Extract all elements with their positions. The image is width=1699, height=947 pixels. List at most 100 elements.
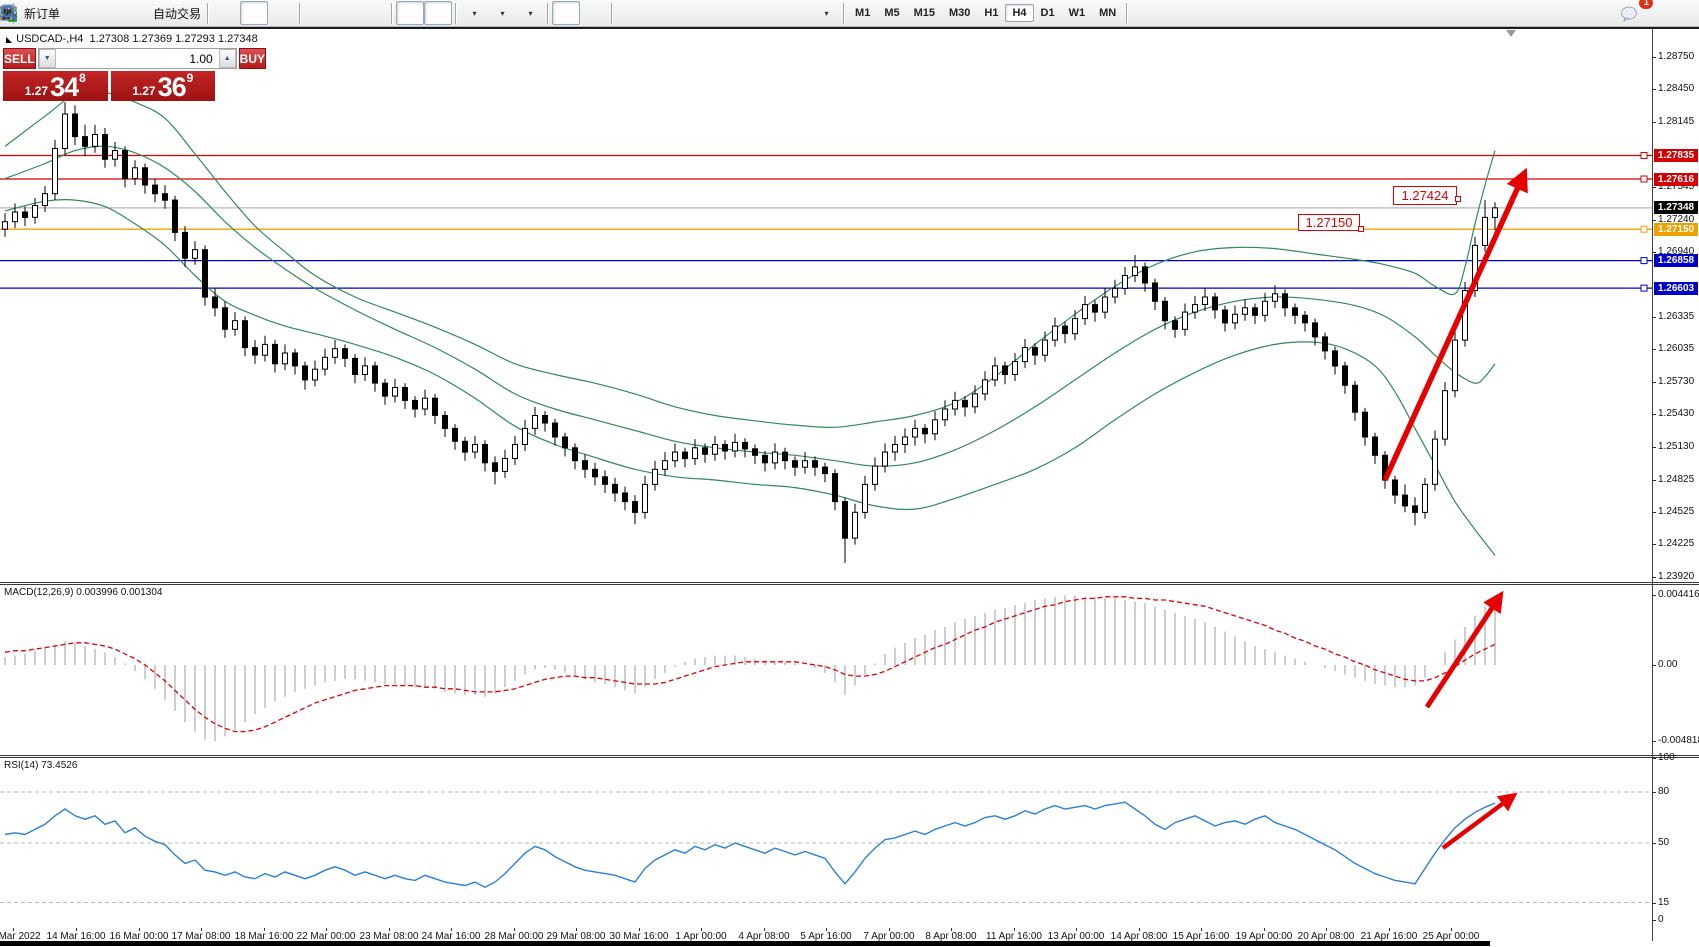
buy-price-tile[interactable]: 1.27 36 9 xyxy=(111,71,216,101)
timeframe-m5[interactable]: M5 xyxy=(877,4,906,22)
zoom-out-button[interactable] xyxy=(332,1,360,25)
horizontal-scrollbar[interactable] xyxy=(0,941,1490,946)
line-chart-mode-button[interactable] xyxy=(268,1,296,25)
fibonacci-tool-button[interactable]: F xyxy=(728,1,756,25)
text-label-tool-button[interactable]: T xyxy=(784,1,812,25)
arrows-tool-button[interactable]: ▾ xyxy=(812,1,840,25)
bollinger-middle-band xyxy=(5,146,1495,466)
symbol-timeframe-label: USDCAD-,H4 xyxy=(16,33,83,45)
trend-arrow-rsi[interactable] xyxy=(1443,796,1513,848)
market-watch-button[interactable] xyxy=(63,1,91,25)
price-chart-canvas[interactable] xyxy=(0,28,1652,582)
timeframe-d1[interactable]: D1 xyxy=(1034,4,1062,22)
trend-arrow-macd[interactable] xyxy=(1427,596,1500,707)
timeframe-w1[interactable]: W1 xyxy=(1062,4,1093,22)
buy-button[interactable]: BUY xyxy=(239,48,266,69)
auto-scroll-button[interactable] xyxy=(396,1,424,25)
macd-axis-label: -0.004818 xyxy=(1658,735,1699,746)
channel-tool-button[interactable]: E xyxy=(700,1,728,25)
notification-badge: 1 xyxy=(1638,0,1654,10)
volume-decrease-button[interactable]: ▼ xyxy=(39,49,56,68)
rsi-axis-label: 15 xyxy=(1658,897,1669,908)
toolbar-separator xyxy=(299,3,301,24)
price-tick-label: 1.24825 xyxy=(1658,474,1694,485)
dropdown-caret: ▾ xyxy=(473,9,477,18)
level-line-1.27616[interactable] xyxy=(0,176,1652,182)
one-click-trading-panel: SELL ▼ ▲ BUY 1.27 34 8 1.27 36 9 xyxy=(3,48,215,101)
rsi-pane-canvas[interactable] xyxy=(0,758,1652,928)
bollinger-upper-band xyxy=(5,92,1495,428)
price-axis-line xyxy=(1652,29,1653,941)
level-line-1.27150[interactable] xyxy=(0,226,1652,232)
toolbar-separator xyxy=(611,3,613,24)
periods-button[interactable]: ▾ xyxy=(488,1,516,25)
chart-shift-marker[interactable] xyxy=(1506,30,1516,37)
support-handle[interactable] xyxy=(1358,226,1364,232)
timeframe-group: M1M5M15M30H1H4D1W1MN xyxy=(848,4,1123,22)
level-badge: 1.26858 xyxy=(1654,254,1698,267)
cursor-tool-button[interactable] xyxy=(552,1,580,25)
axis-tick xyxy=(1652,349,1656,350)
notifications-button[interactable]: 1 xyxy=(1619,1,1647,25)
support-price-label[interactable]: 1.27150 xyxy=(1298,214,1360,231)
axis-tick xyxy=(1652,920,1656,921)
indicators-button[interactable]: ▾ xyxy=(460,1,488,25)
rsi-axis-label: 100 xyxy=(1658,752,1675,763)
templates-button[interactable]: ▾ xyxy=(516,1,544,25)
macd-axis-label: 0.00 xyxy=(1658,659,1677,670)
dropdown-caret: ▾ xyxy=(825,9,829,18)
vertical-line-tool-button[interactable] xyxy=(616,1,644,25)
macd-name: MACD(12,26,9) xyxy=(4,587,73,598)
timeframe-h1[interactable]: H1 xyxy=(977,4,1005,22)
price-tick-label: 1.25430 xyxy=(1658,408,1694,419)
bar-chart-mode-button[interactable] xyxy=(212,1,240,25)
axis-tick xyxy=(1652,382,1656,383)
crosshair-tool-button[interactable] xyxy=(580,1,608,25)
timeframe-mn[interactable]: MN xyxy=(1092,4,1123,22)
sell-price-tile[interactable]: 1.27 34 8 xyxy=(3,71,108,101)
recent-high-price-label[interactable]: 1.27424 xyxy=(1393,186,1457,205)
volume-input[interactable] xyxy=(56,49,219,68)
volume-increase-button[interactable]: ▲ xyxy=(219,49,236,68)
level-line-1.26603[interactable] xyxy=(0,285,1652,291)
price-tick-label: 1.28750 xyxy=(1658,51,1694,62)
new-order-button[interactable]: 新订单 xyxy=(18,1,63,25)
trend-arrow-main[interactable] xyxy=(1385,174,1524,480)
rsi-levels xyxy=(0,792,1652,903)
level-line-1.27835[interactable] xyxy=(0,153,1652,159)
candles xyxy=(3,102,1498,563)
timeframe-h4[interactable]: H4 xyxy=(1005,4,1033,22)
timeframe-m15[interactable]: M15 xyxy=(907,4,942,22)
toolbar-separator xyxy=(455,3,457,24)
zoom-in-button[interactable] xyxy=(304,1,332,25)
chart-shift-button[interactable] xyxy=(424,1,452,25)
terminal-button[interactable] xyxy=(91,1,119,25)
level-badge: 1.27835 xyxy=(1654,149,1698,162)
text-tool-button[interactable]: A xyxy=(756,1,784,25)
price-tick-label: 1.28450 xyxy=(1658,83,1694,94)
sell-button[interactable]: SELL xyxy=(3,48,36,69)
signals-button[interactable] xyxy=(119,1,147,25)
axis-tick xyxy=(1652,595,1656,596)
autotrading-button[interactable]: 自动交易 xyxy=(147,1,204,25)
axis-tick xyxy=(1652,57,1656,58)
trendline-tool-button[interactable] xyxy=(672,1,700,25)
search-button[interactable] xyxy=(1581,1,1609,25)
main-toolbar: 新订单 xyxy=(0,0,1699,27)
axis-tick xyxy=(1652,577,1656,578)
timeframe-m30[interactable]: M30 xyxy=(942,4,977,22)
toolbar-separator xyxy=(391,3,393,24)
candle-chart-mode-button[interactable] xyxy=(240,1,268,25)
axis-tick xyxy=(1652,758,1656,759)
tile-windows-button[interactable] xyxy=(360,1,388,25)
bollinger-lower-band xyxy=(5,200,1495,556)
axis-tick xyxy=(1652,252,1656,253)
horizontal-line-tool-button[interactable] xyxy=(644,1,672,25)
timeframe-m1[interactable]: M1 xyxy=(848,4,877,22)
recent-high-handle[interactable] xyxy=(1455,196,1461,202)
macd-pane-canvas[interactable] xyxy=(0,585,1652,756)
toolbar-separator xyxy=(547,3,549,24)
macd-title: MACD(12,26,9) 0.003996 0.001304 xyxy=(4,587,162,598)
sell-price-prefix: 1.27 xyxy=(25,82,48,100)
level-line-1.26858[interactable] xyxy=(0,258,1652,264)
